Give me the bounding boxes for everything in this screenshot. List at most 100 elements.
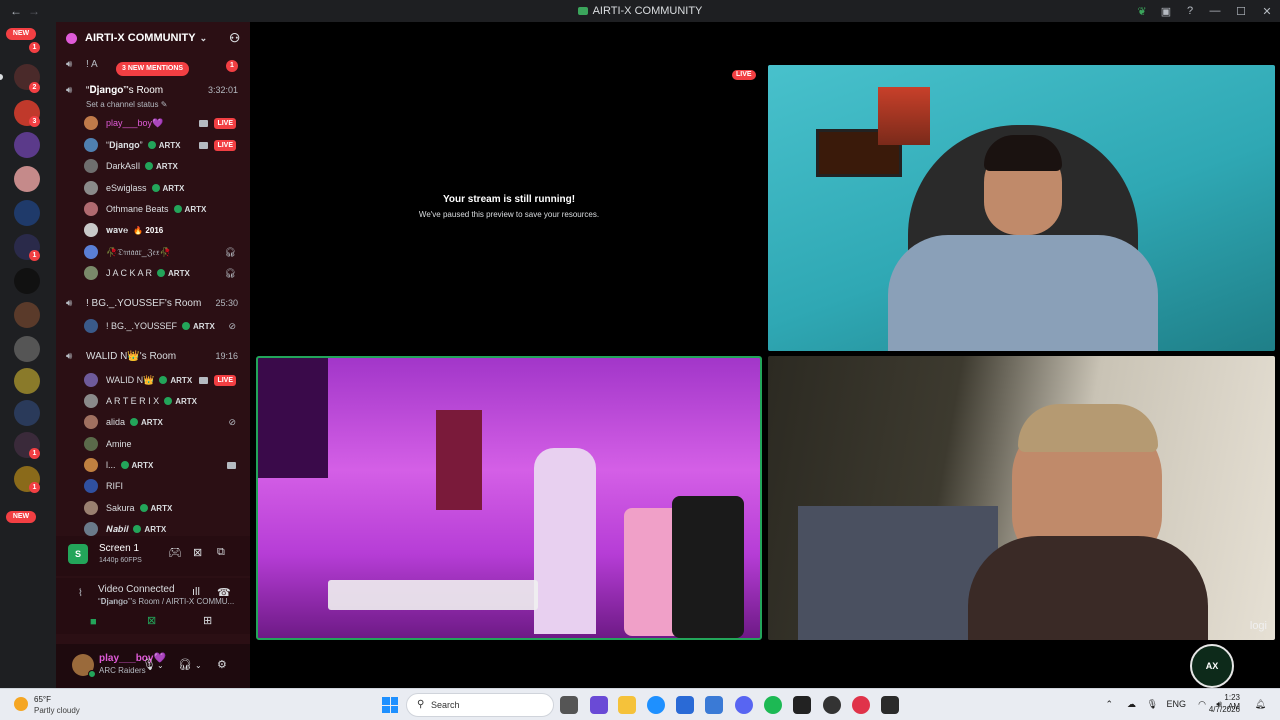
inbox-icon[interactable]: ▣ xyxy=(1154,5,1178,18)
mention-count-badge: 1 xyxy=(226,60,238,72)
server-icon-star[interactable] xyxy=(14,268,40,294)
headphones-icon[interactable]: 🎧︎ xyxy=(178,658,192,671)
stop-stream-icon[interactable]: ⊠ xyxy=(193,546,202,559)
close-button[interactable]: ✕ xyxy=(1254,5,1280,18)
add-person-icon[interactable]: ⚇ xyxy=(229,31,240,45)
disconnect-icon[interactable]: ☎︎ xyxy=(217,586,231,599)
help-icon[interactable]: ? xyxy=(1178,5,1202,17)
new-mentions-pill[interactable]: 3 NEW MENTIONS xyxy=(116,62,190,76)
new-unreads-pill-bottom[interactable]: NEW xyxy=(6,511,36,523)
camera-tile-purple-room[interactable] xyxy=(256,356,762,640)
taskbar-search[interactable]: ⚲ Search xyxy=(406,693,554,717)
app-icon-dark[interactable] xyxy=(881,696,899,714)
language-indicator[interactable]: ENG xyxy=(1166,699,1186,709)
voice-user[interactable]: Amine xyxy=(84,435,250,453)
clan-tag: ARTX xyxy=(145,162,178,171)
server-badge: 1 xyxy=(29,250,40,261)
shelf-image xyxy=(436,410,482,510)
voice-user[interactable]: DarkAsIl ARTX xyxy=(84,157,250,175)
wifi-icon[interactable]: ◠ xyxy=(1198,699,1206,710)
app-icon-tool[interactable] xyxy=(705,696,723,714)
voice-user[interactable]: Sakura ARTX xyxy=(84,499,250,517)
microphone-icon[interactable]: 🎙︎ xyxy=(142,658,156,671)
server-icon-box[interactable] xyxy=(14,166,40,192)
server-icon-grey[interactable] xyxy=(14,336,40,362)
voice-user[interactable]: 🥀𝔇𝔪𝔞𝔞𝔯_ℨ𝔢𝔵🥀 🎧︎ xyxy=(84,243,250,261)
chevron-down-icon[interactable]: ⌄ xyxy=(195,661,202,670)
voice-user[interactable]: alida ARTX ⊘ xyxy=(84,413,250,431)
leaf-icon[interactable]: ❦ xyxy=(1130,5,1154,18)
channel-name: “𝐃𝐣𝐚𝐧𝐠𝐨”'s Room xyxy=(86,84,164,96)
voice-user[interactable]: “𝐃𝐣𝐚𝐧𝐠𝐨” ARTX LIVE xyxy=(84,136,250,154)
user-name: play___boy💜 xyxy=(106,117,164,128)
voice-user[interactable]: 𝐰𝐚𝐯𝐞 🔥 2016 xyxy=(84,221,250,239)
new-unreads-pill[interactable]: NEW xyxy=(6,28,36,40)
forward-arrow-icon[interactable]: → xyxy=(28,4,40,18)
popout-icon[interactable]: ⧉ xyxy=(217,546,225,559)
server-icon-airtix[interactable] xyxy=(14,200,40,226)
minimize-button[interactable]: — xyxy=(1202,5,1228,17)
back-arrow-icon[interactable]: ← xyxy=(10,4,22,18)
weather-condition: Partly cloudy xyxy=(34,706,80,715)
channel-status-prompt[interactable]: Set a channel status ✎ xyxy=(86,100,167,109)
spotify-icon[interactable] xyxy=(764,696,782,714)
voice-user[interactable]: eSwiglass ARTX xyxy=(84,179,250,197)
clan-tag-text: ARTX xyxy=(193,321,215,331)
camera-tile-2[interactable]: logi xyxy=(768,356,1275,640)
server-icon-gold[interactable] xyxy=(14,368,40,394)
clan-tag: ARTX xyxy=(182,322,215,331)
speaker-icon: 🔊︎ xyxy=(66,350,73,362)
voice-user[interactable]: J A C K A R ARTX 🎧︎ xyxy=(84,264,250,282)
screen-share-panel: S Screen 1 1440p 60FPS 🎮︎ ⊠ ⧉ xyxy=(56,536,250,576)
camera-tile-1[interactable] xyxy=(768,65,1275,351)
voice-user[interactable]: ! BG._.YOUSSEF ARTX ⊘ xyxy=(84,317,250,335)
avatar xyxy=(84,202,98,216)
avatar xyxy=(84,373,98,387)
chevron-down-icon[interactable]: ⌄ xyxy=(157,661,164,670)
edge-icon[interactable] xyxy=(647,696,665,714)
microphone-tray-icon[interactable]: 🎙︎ xyxy=(1147,699,1158,710)
terminal-icon[interactable] xyxy=(793,696,811,714)
clan-tag-text: ARTX xyxy=(158,140,181,150)
clock-date[interactable]: 4/7/2026 xyxy=(1209,705,1240,714)
windows-start-icon[interactable] xyxy=(382,697,398,713)
person-hair-image xyxy=(984,135,1062,171)
gamepad-icon[interactable]: 🎮︎ xyxy=(168,546,182,559)
voice-channel-youssef[interactable]: 🔊︎ ! BG._.YOUSSEF's Room 25:30 xyxy=(56,295,250,311)
opera-icon[interactable] xyxy=(852,696,870,714)
voice-channel-django[interactable]: 🔊︎ “𝐃𝐣𝐚𝐧𝐠𝐨”'s Room 3:32:01 xyxy=(56,82,250,98)
app-icon-store[interactable] xyxy=(590,696,608,714)
voice-user[interactable]: WALID N👑 ARTX LIVE xyxy=(84,371,250,389)
noise-suppression-icon[interactable]: ıll xyxy=(192,586,200,598)
voice-user[interactable]: A R T E R I X ARTX xyxy=(84,392,250,410)
voice-channel-walid[interactable]: 🔊︎ WALID N👑's Room 19:16 xyxy=(56,348,250,364)
user-name: Sakura xyxy=(106,503,135,513)
chevron-up-icon[interactable]: ⌃ xyxy=(1105,699,1113,710)
task-view-icon[interactable] xyxy=(560,696,578,714)
activities-icon[interactable]: ⊞ xyxy=(203,614,212,627)
voice-user[interactable]: RIFI xyxy=(84,477,250,495)
file-explorer-icon[interactable] xyxy=(618,696,636,714)
tray-app-icon[interactable]: ☁ xyxy=(1127,699,1136,710)
paused-stream-tile[interactable]: Your stream is still running! We've paus… xyxy=(256,58,762,346)
clan-tag: ARTX xyxy=(133,525,166,534)
discord-icon[interactable] xyxy=(735,696,753,714)
voice-user[interactable]: Othmane Beats ARTX xyxy=(84,200,250,218)
voice-user[interactable]: play___boy💜 LIVE xyxy=(84,114,250,132)
server-icon-warrior[interactable] xyxy=(14,302,40,328)
notification-bell-icon[interactable]: 🔔︎ xyxy=(1255,699,1266,710)
voice-room[interactable]: “𝐃𝐣𝐚𝐧𝐠𝐨”'s Room / AIRTI-X COMMU... xyxy=(98,597,234,607)
obs-icon[interactable] xyxy=(823,696,841,714)
weather-widget[interactable]: 65°F Partly cloudy xyxy=(10,693,130,717)
live-badge: LIVE xyxy=(732,70,756,80)
screen-share-icon[interactable]: ⊠ xyxy=(147,614,156,627)
server-icon-anime[interactable] xyxy=(14,132,40,158)
voice-user[interactable]: l... ARTX xyxy=(84,456,250,474)
server-icon-blue[interactable] xyxy=(14,400,40,426)
maximize-button[interactable]: ☐ xyxy=(1228,5,1254,18)
screen-share-thumbnail[interactable]: S xyxy=(68,544,88,564)
video-camera-icon[interactable]: ■ xyxy=(90,616,97,628)
server-header[interactable]: AIRTI-X COMMUNITY ⌄ ⚇ xyxy=(56,22,250,54)
gear-icon[interactable]: ⚙ xyxy=(217,658,227,671)
app-icon-calc[interactable] xyxy=(676,696,694,714)
